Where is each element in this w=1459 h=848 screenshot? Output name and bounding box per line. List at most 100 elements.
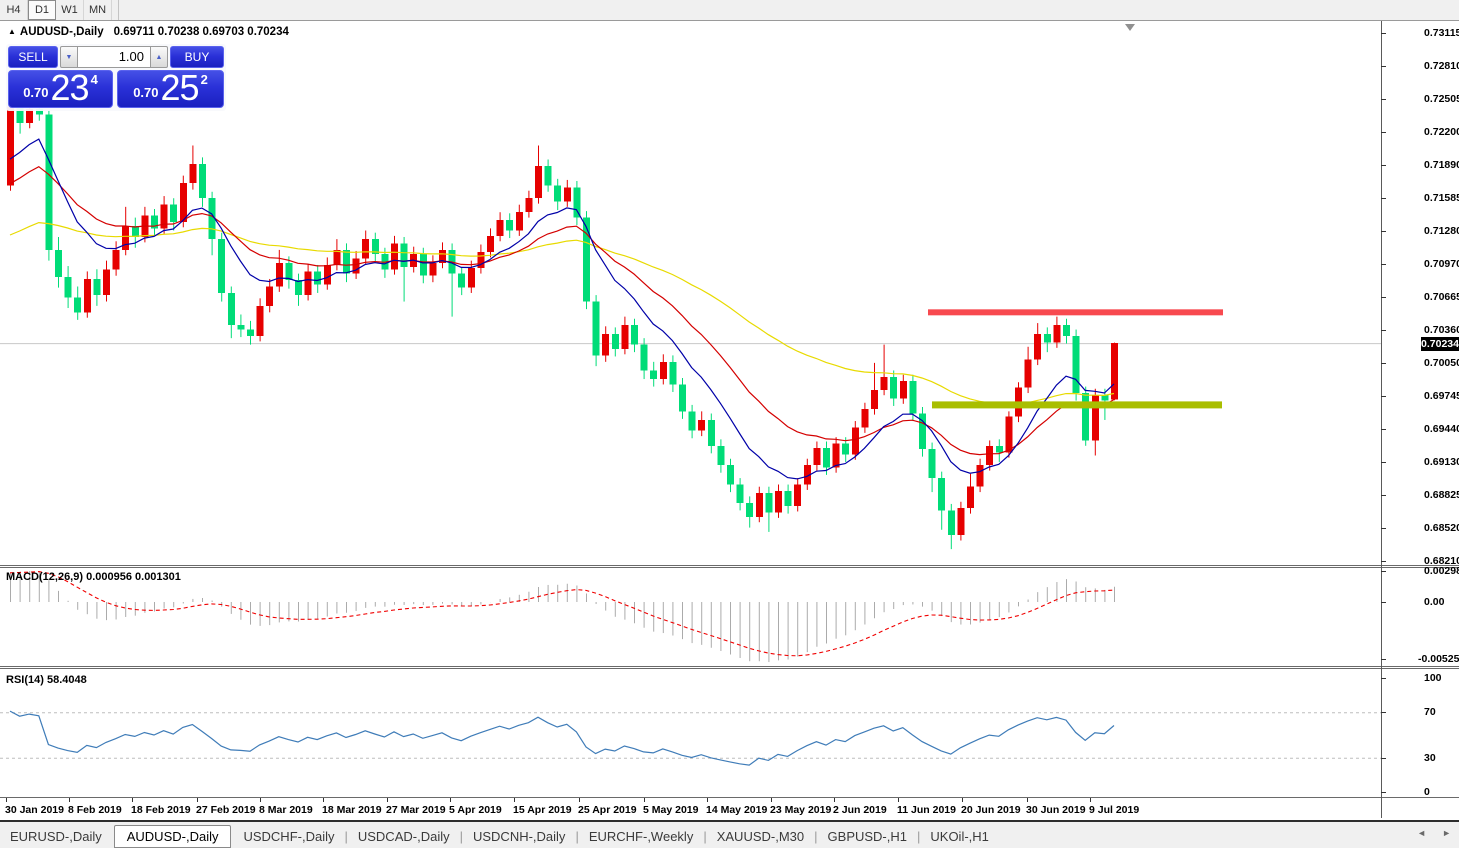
tab-gbpusd-h1[interactable]: GBPUSD-,H1 [818,826,917,847]
price-axis-label: 0.70360 [1424,324,1459,336]
buy-button[interactable]: BUY [170,46,224,68]
chart-canvas[interactable] [0,0,1459,848]
price-axis-label: 0.70665 [1424,291,1459,303]
rsi-axis-label: 30 [1424,752,1436,764]
bull-candle [487,235,494,253]
bull-candle [659,361,667,380]
bear-candle [93,278,101,296]
bull-candle [7,106,14,186]
bull-candle [602,333,610,356]
bull-candle [429,262,437,276]
price-axis-label: 0.68520 [1424,522,1459,534]
bull-candle [266,286,274,306]
bull-candle [986,445,994,466]
tab-audusd-daily[interactable]: AUDUSD-,Daily [113,824,232,848]
bear-candle [199,163,206,199]
tab-usdchf-daily[interactable]: USDCHF-,Daily [233,826,344,847]
price-axis-label: 0.73115 [1424,27,1459,39]
bull-candle [813,447,821,466]
price-axis-label: 0.69745 [1424,390,1459,402]
time-axis-label: 27 Feb 2019 [196,804,256,816]
tab-scroll-left-icon[interactable]: ◄ [1417,828,1426,838]
bear-candle [928,449,936,479]
bear-candle [688,411,696,431]
timeframe-button-mn[interactable]: MN [84,0,112,20]
time-axis-label: 11 Jun 2019 [897,804,956,816]
bear-candle [314,271,322,285]
bear-candle [131,226,139,237]
timeframe-button-w1[interactable]: W1 [56,0,84,20]
time-axis-label: 5 Apr 2019 [449,804,502,816]
price-axis-label: 0.71890 [1424,159,1459,171]
bear-candle [707,419,715,446]
bear-candle [64,276,72,298]
bear-candle [400,243,408,268]
tab-eurusd-daily[interactable]: EURUSD-,Daily [0,826,112,847]
bear-candle [679,384,686,412]
chart-ohlc-values: 0.69711 0.70238 0.69703 0.70234 [113,26,289,38]
chart-shift-marker-icon[interactable] [1125,24,1135,31]
bear-candle [506,219,514,231]
time-axis-label: 18 Mar 2019 [322,804,382,816]
bear-candle [419,254,427,276]
tab-usdcnh-daily[interactable]: USDCNH-,Daily [463,826,575,847]
tab-xauusd-m30[interactable]: XAUUSD-,M30 [707,826,814,847]
time-axis-label: 15 Apr 2019 [513,804,572,816]
chart-title: ▲ AUDUSD-,Daily 0.69711 0.70238 0.69703 0.… [8,26,289,38]
support-line[interactable] [932,401,1222,409]
bull-candle [103,269,110,296]
fast-ma-line [9,138,1115,480]
sell-price-button[interactable]: 0.70 23 4 [8,69,113,108]
macd-signal-line [9,571,1115,657]
bear-candle [823,447,830,468]
time-axis-label: 20 Jun 2019 [961,804,1021,816]
bear-candle [890,376,898,399]
chart-symbol-label: AUDUSD-,Daily [19,26,104,38]
buy-price-fraction: 2 [200,72,208,87]
bear-candle [295,280,302,296]
bull-candle [515,212,523,231]
rsi-axis-label: 100 [1424,672,1442,684]
bull-candle [1034,333,1042,360]
bull-candle [496,219,504,236]
toolbar-separator [112,0,119,20]
timeframe-button-d1[interactable]: D1 [28,0,56,20]
timeframe-button-h4[interactable]: H4 [0,0,28,20]
bear-candle [746,502,754,517]
bull-candle [323,264,331,285]
bull-candle [775,491,782,513]
bull-candle [391,243,398,270]
price-axis-label: 0.69130 [1424,456,1459,468]
bear-candle [938,478,946,511]
trading-platform-window: H4 D1 W1 MN ▲ AUDUSD-,Daily 0.69711 0.70238 0… [0,0,1459,848]
rsi-axis-label: 0 [1424,786,1430,798]
bear-candle [343,249,350,274]
bear-candle [995,445,1003,453]
buy-price-button[interactable]: 0.70 25 2 [117,69,224,108]
tab-usdcad-daily[interactable]: USDCAD-,Daily [348,826,460,847]
sell-price-fraction: 4 [90,72,98,87]
bear-candle [45,114,53,250]
bear-candle [640,344,648,371]
time-axis-label: 14 May 2019 [706,804,768,816]
bear-candle [583,217,590,302]
tab-ukoil-h1[interactable]: UKOil-,H1 [920,826,999,847]
bull-candle [1005,416,1013,453]
volume-increase-button[interactable]: ▲ [150,46,168,68]
bear-candle [842,443,850,455]
bear-candle [1043,333,1051,343]
resistance-line[interactable] [928,309,1223,316]
volume-decrease-button[interactable]: ▼ [60,46,78,68]
volume-input[interactable]: 1.00 [78,46,150,68]
bull-candle [275,262,283,287]
bull-candle [179,183,187,222]
sell-button[interactable]: SELL [8,46,58,68]
tab-eurchf-weekly[interactable]: EURCHF-,Weekly [579,826,704,847]
tab-scroll-right-icon[interactable]: ► [1442,828,1451,838]
bull-candle [976,465,984,487]
bull-candle [755,493,763,517]
bull-candle [122,226,130,250]
rsi-indicator-label: RSI(14) 58.4048 [6,674,87,686]
bull-candle [1024,359,1032,388]
collapse-triangle-icon[interactable]: ▲ [8,27,16,36]
